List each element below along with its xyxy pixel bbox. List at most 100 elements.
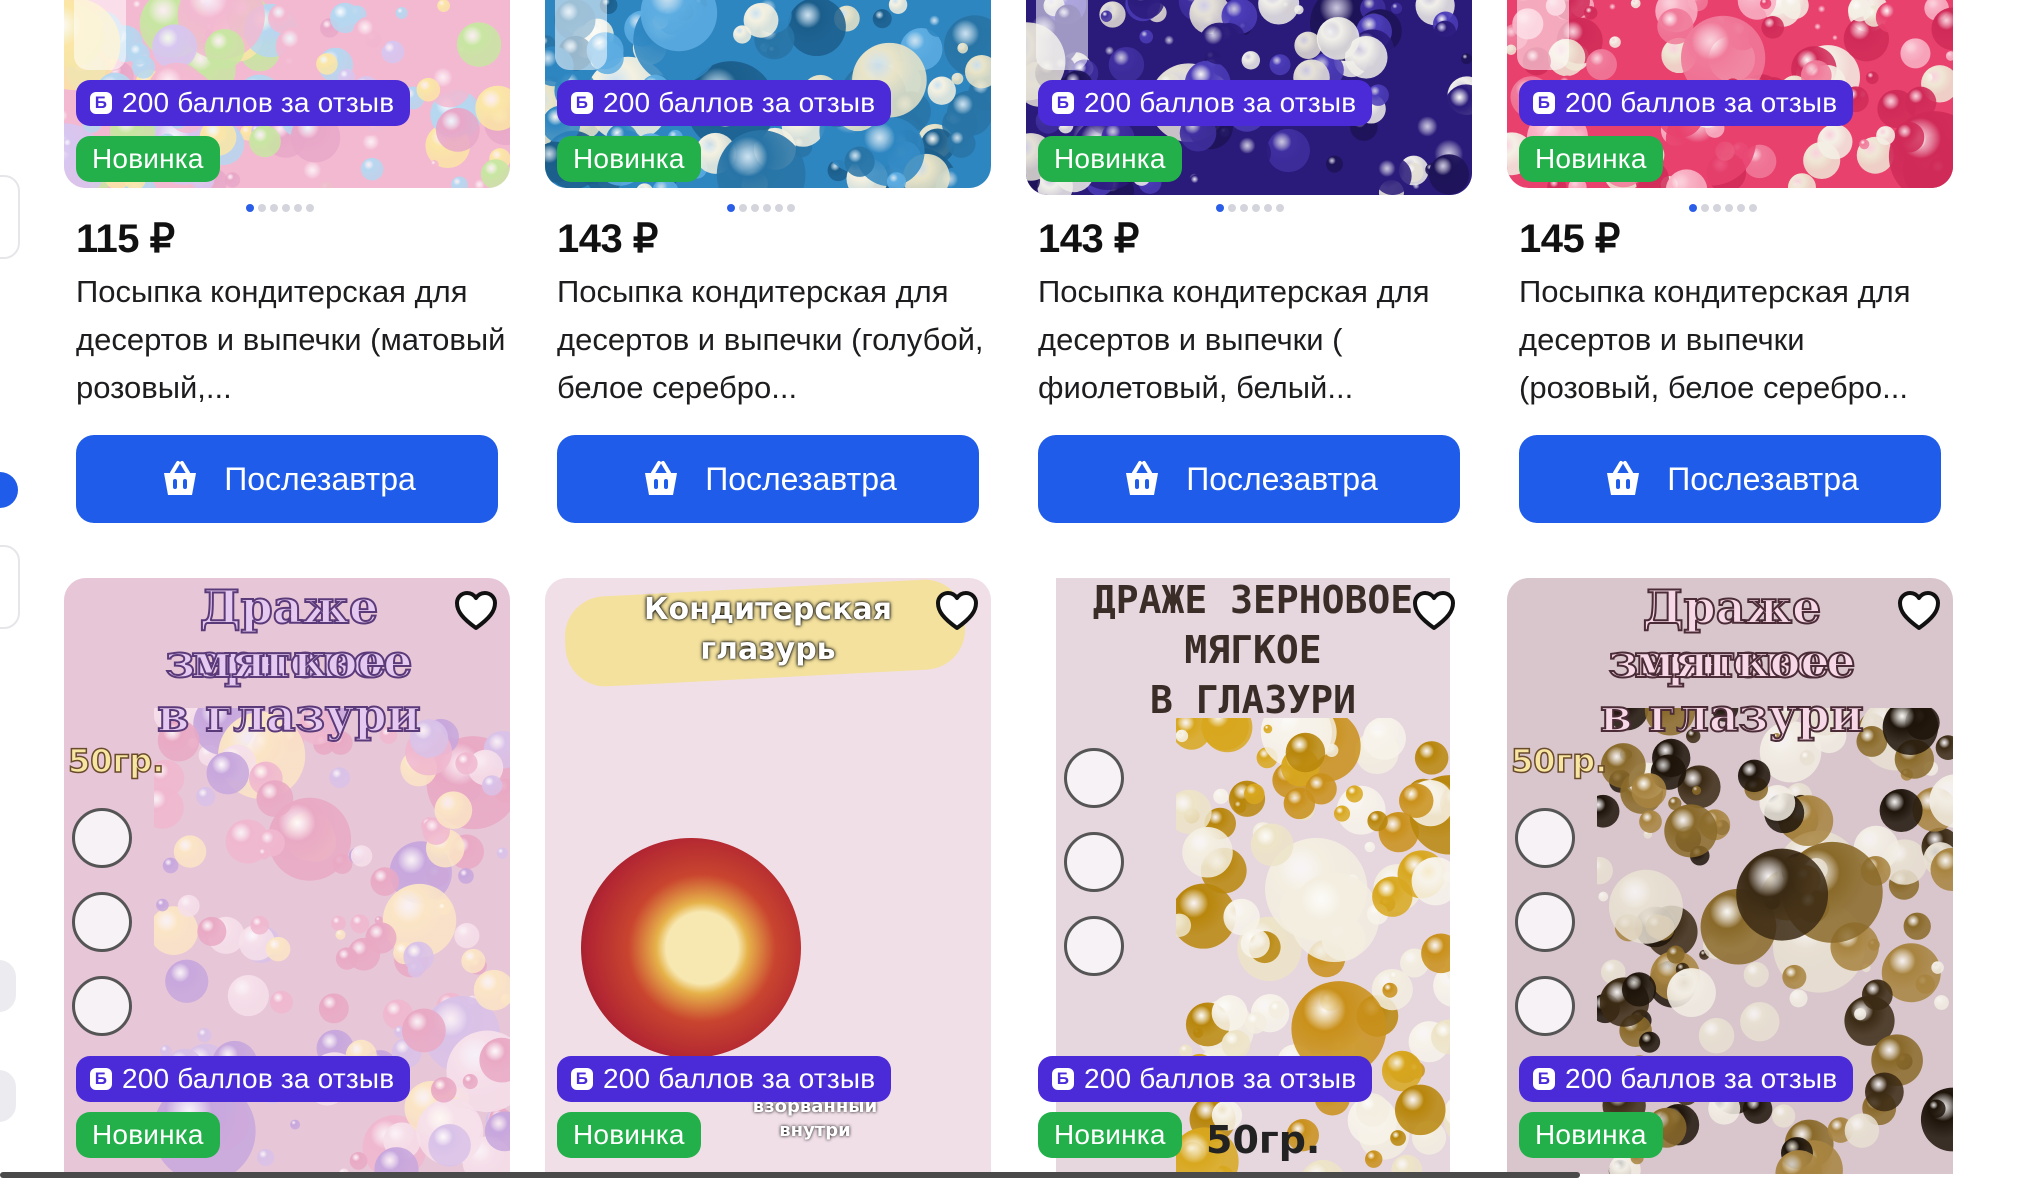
pagination-dot[interactable] bbox=[787, 204, 795, 212]
image-headline-line: в глазури bbox=[1599, 687, 1865, 743]
new-badge: Новинка bbox=[1038, 1112, 1182, 1158]
favorite-heart-icon[interactable] bbox=[454, 590, 498, 632]
image-pagination-dots[interactable] bbox=[1689, 204, 1757, 212]
points-b-icon: Б bbox=[1052, 92, 1074, 114]
image-pagination-dots[interactable] bbox=[1216, 204, 1284, 212]
delivery-button-label: Послезавтра bbox=[224, 460, 416, 497]
pagination-dot[interactable] bbox=[258, 204, 266, 212]
delivery-cart-button[interactable]: Послезавтра bbox=[76, 435, 498, 523]
pagination-dot[interactable] bbox=[727, 204, 735, 212]
points-badge: Б 200 баллов за отзыв bbox=[76, 80, 411, 126]
pagination-dot[interactable] bbox=[1240, 204, 1248, 212]
image-headline-line: мягкое bbox=[190, 633, 387, 689]
pagination-dot[interactable] bbox=[1701, 204, 1709, 212]
delivery-cart-button[interactable]: Послезавтра bbox=[1519, 435, 1941, 523]
sprinkles-photo-area bbox=[154, 708, 510, 1174]
pagination-dot[interactable] bbox=[1252, 204, 1260, 212]
new-badge: Новинка bbox=[1519, 136, 1663, 182]
pagination-dot[interactable] bbox=[282, 204, 290, 212]
pagination-dot[interactable] bbox=[294, 204, 302, 212]
points-badge: Б 200 баллов за отзыв bbox=[1038, 80, 1373, 126]
points-b-icon: Б bbox=[571, 1068, 593, 1090]
image-pagination-dots[interactable] bbox=[727, 204, 795, 212]
left-control-1[interactable] bbox=[0, 960, 16, 1012]
image-pagination-dots[interactable] bbox=[246, 204, 314, 212]
product-title[interactable]: Посыпка кондитерская для десертов и выпе… bbox=[76, 268, 506, 412]
image-headline-line: Кондитерская bbox=[644, 592, 892, 627]
pagination-dot[interactable] bbox=[1749, 204, 1757, 212]
pagination-dot[interactable] bbox=[1264, 204, 1272, 212]
new-badge: Новинка bbox=[76, 1112, 220, 1158]
favorite-heart-icon[interactable] bbox=[1897, 590, 1941, 632]
product-price: 143 ₽ bbox=[557, 217, 658, 261]
points-badge-label: 200 баллов за отзыв bbox=[1084, 1063, 1357, 1094]
basket-icon bbox=[1607, 461, 1640, 495]
image-weight-label: 50гр. bbox=[1206, 1118, 1321, 1162]
basket-icon bbox=[1126, 461, 1159, 495]
product-title[interactable]: Посыпка кондитерская для десертов и выпе… bbox=[557, 268, 987, 412]
left-control-2[interactable] bbox=[0, 1070, 16, 1122]
delivery-button-label: Послезавтра bbox=[1667, 460, 1859, 497]
sprinkles-photo bbox=[1176, 718, 1450, 1174]
image-headline-line: мягкое bbox=[1633, 633, 1830, 689]
new-badge: Новинка bbox=[1519, 1112, 1663, 1158]
pagination-dot[interactable] bbox=[1737, 204, 1745, 212]
points-badge: Б 200 баллов за отзыв bbox=[557, 80, 892, 126]
decor-icecream-icon bbox=[74, 0, 126, 70]
product-title[interactable]: Посыпка кондитерская для десертов и выпе… bbox=[1038, 268, 1468, 412]
cake-icon bbox=[1515, 808, 1575, 868]
icecream-icon bbox=[72, 976, 132, 1036]
sprinkles-photo bbox=[1597, 708, 1953, 1174]
product-card[interactable]: Кондитерская глазурь взорванный внутри Б 200 … bbox=[545, 578, 991, 1174]
pagination-dot[interactable] bbox=[751, 204, 759, 212]
points-badge-label: 200 баллов за отзыв bbox=[122, 87, 395, 118]
delivery-cart-button[interactable]: Послезавтра bbox=[557, 435, 979, 523]
product-card[interactable]: Б 200 баллов за отзыв Новинка 145 ₽ Посыпка … bbox=[1507, 0, 1953, 530]
cake-icon bbox=[1064, 748, 1124, 808]
image-headline-line: МЯГКОЕ bbox=[1184, 628, 1322, 672]
delivery-cart-button[interactable]: Послезавтра bbox=[1038, 435, 1460, 523]
sprinkles-photo bbox=[154, 708, 510, 1174]
horizontal-scrollbar[interactable] bbox=[0, 1172, 1580, 1178]
decor-side-icons bbox=[72, 808, 132, 1036]
pagination-dot[interactable] bbox=[775, 204, 783, 212]
image-headline-line: в глазури bbox=[156, 687, 422, 743]
product-price: 143 ₽ bbox=[1038, 217, 1139, 261]
points-badge: Б 200 баллов за отзыв bbox=[1038, 1056, 1373, 1102]
sprinkles-photo-area bbox=[1597, 708, 1953, 1174]
image-headline-line: ДРАЖЕ ЗЕРНОВОЕ bbox=[1092, 578, 1414, 622]
pagination-dot[interactable] bbox=[1713, 204, 1721, 212]
pagination-dot[interactable] bbox=[1276, 204, 1284, 212]
pagination-dot[interactable] bbox=[1689, 204, 1697, 212]
product-card[interactable]: ДРАЖЕ ЗЕРНОВОЕ МЯГКОЕ В ГЛАЗУРИ 50гр. Б 200 б… bbox=[1026, 578, 1472, 1174]
points-badge-label: 200 баллов за отзыв bbox=[1565, 1063, 1838, 1094]
product-card[interactable]: Драже зерновое мягкое в глазури 50гр. Б 200 б… bbox=[64, 578, 510, 1174]
product-card[interactable]: Б 200 баллов за отзыв Новинка 115 ₽ Посыпка … bbox=[64, 0, 510, 530]
decor-icecream-icon bbox=[555, 0, 607, 70]
points-badge: Б 200 баллов за отзыв bbox=[557, 1056, 892, 1102]
carousel-indicator-active[interactable] bbox=[0, 472, 18, 508]
pagination-dot[interactable] bbox=[1725, 204, 1733, 212]
pagination-dot[interactable] bbox=[739, 204, 747, 212]
pagination-dot[interactable] bbox=[270, 204, 278, 212]
points-b-icon: Б bbox=[90, 1068, 112, 1090]
points-badge-label: 200 баллов за отзыв bbox=[122, 1063, 395, 1094]
points-b-icon: Б bbox=[571, 92, 593, 114]
product-title[interactable]: Посыпка кондитерская для десертов и выпе… bbox=[1519, 268, 1949, 412]
product-card[interactable]: Б 200 баллов за отзыв Новинка 143 ₽ Посыпка … bbox=[545, 0, 991, 530]
new-badge: Новинка bbox=[1038, 136, 1182, 182]
image-headline-line: глазурь bbox=[700, 632, 836, 667]
favorite-heart-icon[interactable] bbox=[935, 590, 979, 632]
pagination-dot[interactable] bbox=[246, 204, 254, 212]
pagination-dot[interactable] bbox=[763, 204, 771, 212]
new-badge: Новинка bbox=[557, 136, 701, 182]
favorite-heart-icon[interactable] bbox=[1412, 590, 1456, 632]
decor-icecream-icon bbox=[1517, 0, 1569, 70]
pagination-dot[interactable] bbox=[306, 204, 314, 212]
pagination-dot[interactable] bbox=[1216, 204, 1224, 212]
product-card[interactable]: Драже зерновое мягкое в глазури 50гр. Б 200 б… bbox=[1507, 578, 1953, 1174]
decor-side-icons bbox=[1064, 748, 1124, 976]
points-badge-label: 200 баллов за отзыв bbox=[1565, 87, 1838, 118]
product-card[interactable]: Б 200 баллов за отзыв Новинка 143 ₽ Посыпка … bbox=[1026, 0, 1472, 530]
pagination-dot[interactable] bbox=[1228, 204, 1236, 212]
